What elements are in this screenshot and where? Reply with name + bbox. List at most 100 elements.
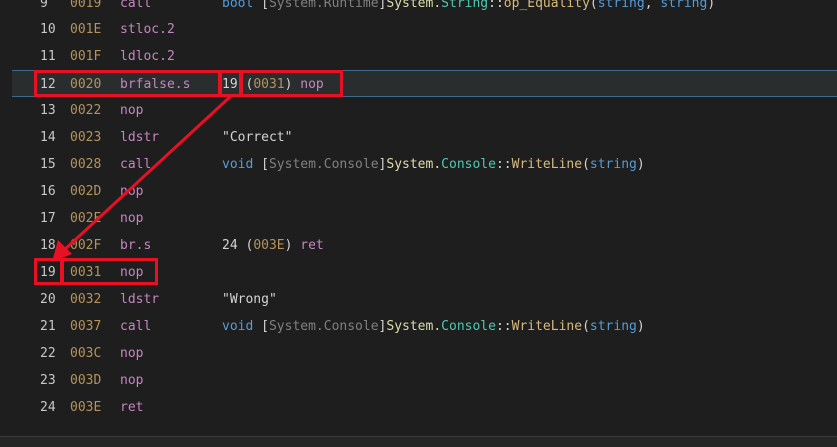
line-number: 19 xyxy=(40,265,56,280)
il-offset: 0023 xyxy=(70,130,102,145)
operand-token: 19 xyxy=(222,77,238,92)
code-line[interactable]: 18 002F br.s 24 (003E) ret xyxy=(12,232,837,259)
operand-token: ) xyxy=(636,157,645,172)
code-line[interactable]: 22 003C nop xyxy=(12,340,837,367)
code-line[interactable]: 20 0032 ldstr "Wrong" xyxy=(12,286,837,313)
code-line[interactable]: 19 0031 nop xyxy=(12,259,837,286)
operand-token: 0031 xyxy=(253,77,285,92)
operand-token: WriteLine xyxy=(511,319,583,334)
opcode[interactable]: nop xyxy=(120,367,143,394)
line-number: 20 xyxy=(40,292,56,307)
operand-token: ( xyxy=(237,238,254,253)
line-number: 24 xyxy=(40,400,56,415)
opcode[interactable]: call xyxy=(120,313,151,340)
opcode[interactable]: nop xyxy=(120,97,143,124)
code-line[interactable]: 21 0037 call void [System.Console]System.Co… xyxy=(12,313,837,340)
operand-token: ) xyxy=(284,238,301,253)
il-offset: 0031 xyxy=(70,265,102,280)
operand[interactable]: void [System.Console]System.Console::Wri… xyxy=(222,151,645,178)
line-number: 12 xyxy=(40,77,56,92)
il-offset: 0028 xyxy=(70,157,102,172)
opcode[interactable]: brfalse.s xyxy=(120,71,190,98)
line-number: 17 xyxy=(40,211,56,226)
opcode[interactable]: nop xyxy=(120,259,143,286)
il-offset: 003C xyxy=(70,346,102,361)
code-line[interactable]: 15 0028 call void [System.Console]System.Co… xyxy=(12,151,837,178)
line-number: 23 xyxy=(40,373,56,388)
operand-token: "Correct" xyxy=(222,130,293,145)
operand-token: :: xyxy=(495,157,512,172)
operand[interactable]: bool [System.Runtime]System.String::op_E… xyxy=(222,0,715,17)
operand[interactable]: 24 (003E) ret xyxy=(222,232,324,259)
operand-token: bool xyxy=(222,0,254,11)
operand[interactable]: "Wrong" xyxy=(222,286,277,313)
operand-token: op_Equality xyxy=(503,0,590,11)
code-line[interactable]: 12 0020 brfalse.s 19 (0031) nop xyxy=(12,70,837,97)
opcode[interactable]: call xyxy=(120,0,151,17)
operand-token: ( xyxy=(237,77,254,92)
operand[interactable]: 19 (0031) nop xyxy=(222,71,324,98)
opcode[interactable]: nop xyxy=(120,340,143,367)
operand-token: 24 xyxy=(222,238,238,253)
opcode[interactable]: ldstr xyxy=(120,286,159,313)
code-line[interactable]: 10 001E stloc.2 xyxy=(12,16,837,43)
operand-token: nop xyxy=(300,77,324,92)
line-number: 11 xyxy=(40,49,56,64)
il-offset: 003E xyxy=(70,400,102,415)
operand[interactable]: void [System.Console]System.Console::Wri… xyxy=(222,313,645,340)
il-offset: 002F xyxy=(70,238,102,253)
operand-token: void xyxy=(222,319,254,334)
operand-token: ) xyxy=(636,319,645,334)
line-number: 18 xyxy=(40,238,56,253)
operand-token: String xyxy=(441,0,489,11)
line-number: 14 xyxy=(40,130,56,145)
il-code-editor[interactable]: 9 0019 call bool [System.Runtime]System.Str… xyxy=(0,0,837,446)
operand-token: ) xyxy=(284,77,301,92)
operand-token: System.Runtime xyxy=(268,0,379,11)
opcode[interactable]: stloc.2 xyxy=(120,16,175,43)
operand-token: [ xyxy=(253,157,269,172)
code-line[interactable]: 24 003E ret xyxy=(12,394,837,421)
opcode[interactable]: ldstr xyxy=(120,124,159,151)
operand-token: "Wrong" xyxy=(222,292,277,307)
opcode[interactable]: nop xyxy=(120,178,143,205)
line-number: 16 xyxy=(40,184,56,199)
opcode[interactable]: call xyxy=(120,151,151,178)
code-line[interactable]: 9 0019 call bool [System.Runtime]System.Str… xyxy=(12,0,837,17)
il-offset: 001E xyxy=(70,22,102,37)
operand-token: System. xyxy=(386,157,442,172)
code-line[interactable]: 23 003D nop xyxy=(12,367,837,394)
il-offset: 003D xyxy=(70,373,102,388)
code-line[interactable]: 13 0022 nop xyxy=(12,97,837,124)
operand-token: System.Console xyxy=(268,157,379,172)
operand-token: , xyxy=(644,0,661,11)
il-offset: 002D xyxy=(70,184,102,199)
operand-token: [ xyxy=(253,319,269,334)
code-line[interactable]: 16 002D nop xyxy=(12,178,837,205)
operand-token: ( xyxy=(582,157,590,172)
operand[interactable]: "Correct" xyxy=(222,124,292,151)
line-number: 21 xyxy=(40,319,56,334)
code-line[interactable]: 11 001F ldloc.2 xyxy=(12,43,837,70)
operand-token: WriteLine xyxy=(511,157,583,172)
operand-token: 003E xyxy=(253,238,285,253)
opcode[interactable]: ret xyxy=(120,394,143,421)
operand-token: System.Console xyxy=(268,319,379,334)
line-number: 9 xyxy=(40,0,48,11)
operand-token: ( xyxy=(582,319,590,334)
il-offset: 001F xyxy=(70,49,102,64)
operand-token: string xyxy=(589,157,637,172)
il-offset: 0022 xyxy=(70,103,102,118)
operand-token: ( xyxy=(589,0,598,11)
il-offset: 0020 xyxy=(70,77,102,92)
opcode[interactable]: nop xyxy=(120,205,143,232)
code-line[interactable]: 17 002E nop xyxy=(12,205,837,232)
code-line[interactable]: 14 0023 ldstr "Correct" xyxy=(12,124,837,151)
horizontal-scrollbar[interactable] xyxy=(0,436,837,447)
il-offset: 0019 xyxy=(70,0,102,11)
opcode[interactable]: br.s xyxy=(120,232,151,259)
opcode[interactable]: ldloc.2 xyxy=(120,43,175,70)
operand-token: ret xyxy=(300,238,324,253)
operand-token: string xyxy=(660,0,708,11)
operand-token: Console xyxy=(441,157,496,172)
